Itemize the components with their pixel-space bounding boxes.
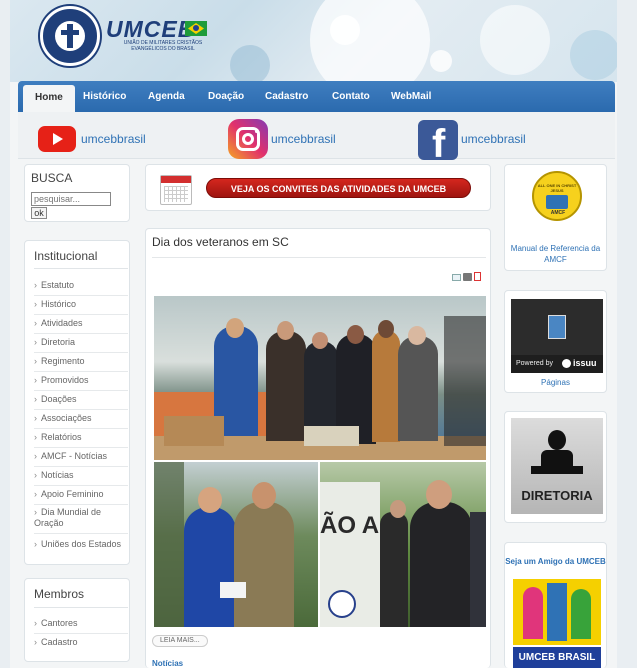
amcf-manual-link[interactable]: Manual de Referencia da AMCF: [505, 243, 606, 265]
membros-menu: Membros Cantores Cadastro: [24, 578, 130, 662]
menu-doacoes[interactable]: Doações: [34, 394, 128, 410]
calendar-icon: [160, 175, 192, 205]
search-title: BUSCA: [31, 171, 73, 185]
nav-contato[interactable]: Contato: [332, 81, 370, 112]
membros-title: Membros: [34, 587, 85, 601]
article-photo-officer[interactable]: [154, 462, 318, 627]
issuu-box: Powered by issuu Páginas: [504, 290, 607, 393]
menu-amcf-noticias[interactable]: AMCF - Notícias: [34, 451, 128, 467]
article-photo-men[interactable]: ÃO A: [320, 462, 486, 627]
diretoria-label: DIRETORIA: [521, 488, 593, 503]
nav-historico[interactable]: Histórico: [83, 81, 126, 112]
print-icon[interactable]: [463, 273, 472, 281]
friend-illustration: [513, 579, 601, 645]
menu-estatuto[interactable]: Estatuto: [34, 280, 128, 296]
menu-dia-mundial-oracao[interactable]: Dia Mundial de Oração: [34, 507, 128, 534]
pdf-icon[interactable]: [474, 272, 481, 281]
nav-cadastro[interactable]: Cadastro: [265, 81, 308, 112]
article-title: Dia dos veteranos em SC: [152, 235, 289, 249]
menu-atividades[interactable]: Atividades: [34, 318, 128, 334]
friend-title[interactable]: Seja um Amigo da UMCEB: [505, 556, 606, 567]
menu-relatorios[interactable]: Relatórios: [34, 432, 128, 448]
issuu-pages-link[interactable]: Páginas: [505, 377, 606, 388]
menu-cadastro[interactable]: Cadastro: [34, 637, 128, 652]
main-nav: Home Histórico Agenda Doação Cadastro Co…: [18, 81, 615, 112]
institucional-menu: Institucional Estatuto Histórico Ativida…: [24, 240, 130, 565]
diretoria-box[interactable]: DIRETORIA: [504, 411, 607, 523]
invites-banner-label[interactable]: VEJA OS CONVITES DAS ATIVIDADES DA UMCEB: [206, 178, 471, 198]
issuu-icon: [562, 359, 571, 368]
social-bar: umcebbrasil umcebbrasil f umcebbrasil: [18, 112, 615, 160]
brazil-flag-icon: [185, 21, 207, 36]
nav-doacao[interactable]: Doação: [208, 81, 244, 112]
menu-cantores[interactable]: Cantores: [34, 618, 128, 634]
invites-banner[interactable]: VEJA OS CONVITES DAS ATIVIDADES DA UMCEB: [145, 164, 491, 211]
nav-agenda[interactable]: Agenda: [148, 81, 185, 112]
header: UMCEB UNIÃO DE MILITARES CRISTÃOS EVANGÉ…: [10, 0, 617, 82]
instagram-icon[interactable]: [228, 119, 268, 159]
menu-diretoria[interactable]: Diretoria: [34, 337, 128, 353]
brand-subtitle: UNIÃO DE MILITARES CRISTÃOS EVANGÉLICOS …: [123, 40, 203, 52]
issuu-preview[interactable]: Powered by issuu: [511, 299, 603, 373]
search-input[interactable]: [31, 192, 111, 206]
article-photo-group[interactable]: [154, 296, 486, 460]
page: UMCEB UNIÃO DE MILITARES CRISTÃOS EVANGÉ…: [10, 0, 617, 668]
article-category-link[interactable]: Notícias: [152, 659, 183, 668]
friend-banner: UMCEB BRASIL: [513, 647, 601, 668]
menu-associacoes[interactable]: Associações: [34, 413, 128, 429]
read-more-button[interactable]: LEIA MAIS...: [152, 635, 208, 647]
facebook-link[interactable]: umcebbrasil: [461, 132, 526, 146]
instagram-link[interactable]: umcebbrasil: [271, 132, 336, 146]
menu-noticias[interactable]: Notícias: [34, 470, 128, 486]
menu-regimento[interactable]: Regimento: [34, 356, 128, 372]
brand-title[interactable]: UMCEB: [106, 16, 195, 43]
search-box: BUSCA ok: [24, 164, 130, 222]
menu-historico[interactable]: Histórico: [34, 299, 128, 315]
amcf-box: ALL ONE IN CHRIST JESUS AMCF Manual de R…: [504, 164, 607, 271]
magazine-icon: [548, 315, 566, 339]
facebook-icon[interactable]: f: [418, 120, 458, 160]
nav-home[interactable]: Home: [23, 85, 75, 112]
article: Dia dos veteranos em SC ÃO A LEIA MAIS..…: [145, 228, 491, 668]
email-icon[interactable]: [452, 274, 461, 281]
search-ok-button[interactable]: ok: [31, 207, 47, 219]
amcf-logo[interactable]: ALL ONE IN CHRIST JESUS AMCF: [532, 171, 582, 221]
nav-webmail[interactable]: WebMail: [391, 81, 431, 112]
friend-box[interactable]: Seja um Amigo da UMCEB UMCEB BRASIL: [504, 542, 607, 668]
umceb-seal-logo[interactable]: [40, 6, 100, 66]
menu-promovidos[interactable]: Promovidos: [34, 375, 128, 391]
menu-unioes-estados[interactable]: Uniões dos Estados: [34, 539, 128, 554]
menu-apoio-feminino[interactable]: Apoio Feminino: [34, 489, 128, 505]
youtube-link[interactable]: umcebbrasil: [81, 132, 146, 146]
article-tools: [452, 272, 481, 283]
youtube-icon[interactable]: [38, 126, 76, 152]
institucional-title: Institucional: [34, 249, 98, 263]
